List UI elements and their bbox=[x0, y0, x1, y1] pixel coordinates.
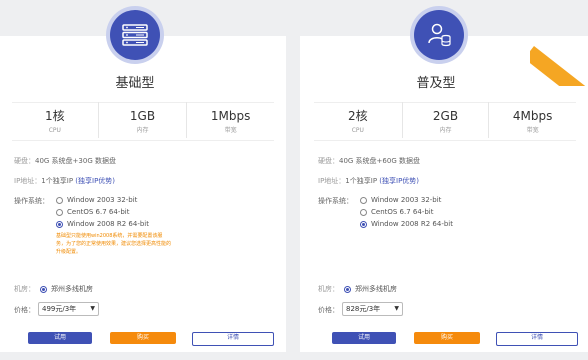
os-option-win2003[interactable]: Window 2003 32-bit bbox=[56, 196, 137, 204]
chevron-down-icon: ▼ bbox=[394, 305, 399, 312]
radio-selected-icon bbox=[40, 285, 47, 293]
spec-cpu: 2核 CPU bbox=[314, 102, 402, 138]
disk-value: 40G 系统盘+60G 数据盘 bbox=[339, 157, 420, 165]
os-option-win2003[interactable]: Window 2003 32-bit bbox=[360, 196, 441, 204]
room-info: 机房： bbox=[318, 284, 339, 294]
ip-info: IP地址：1个独享IP (独享IP优势) bbox=[14, 176, 115, 186]
spec-value: 1Mbps bbox=[210, 109, 251, 123]
radio-icon bbox=[360, 196, 367, 204]
os-option-centos[interactable]: CentOS 6.7 64-bit bbox=[56, 208, 129, 216]
ip-advantage-link[interactable]: (独享IP优势) bbox=[75, 177, 115, 185]
os-option-label: Window 2008 R2 64-bit bbox=[371, 220, 453, 228]
price-value: 828元/3年 bbox=[346, 305, 381, 313]
disk-info: 硬盘：40G 系统盘+60G 数据盘 bbox=[318, 156, 420, 166]
os-warning-note: 基础型只能使用win2008系统，并需要配置该服务，为了您的正常使用效果，建议您… bbox=[56, 233, 172, 255]
ip-label: IP地址： bbox=[318, 177, 346, 185]
plan-title: 基础型 bbox=[115, 76, 155, 91]
ip-label: IP地址： bbox=[14, 177, 42, 185]
spec-bandwidth: 1Mbps 带宽 bbox=[186, 102, 274, 138]
radio-icon bbox=[56, 208, 63, 216]
spec-value: 2GB bbox=[432, 109, 459, 123]
disk-info: 硬盘：40G 系统盘+30G 数据盘 bbox=[14, 156, 116, 166]
spec-label: 带宽 bbox=[526, 127, 539, 134]
room-label: 机房： bbox=[318, 285, 339, 293]
spec-cpu: 1核 CPU bbox=[12, 102, 98, 138]
room-value: 郑州多线机房 bbox=[51, 285, 93, 293]
os-label: 操作系统： bbox=[318, 197, 353, 205]
buy-button[interactable]: 购买 bbox=[414, 332, 480, 344]
room-option[interactable]: 郑州多线机房 bbox=[344, 284, 397, 294]
radio-icon bbox=[56, 196, 63, 204]
ip-info: IP地址：1个独享IP (独享IP优势) bbox=[318, 176, 419, 186]
spec-value: 2核 bbox=[348, 109, 368, 123]
spec-label: 带宽 bbox=[224, 127, 237, 134]
hot-badge-label: 热销 bbox=[561, 42, 583, 62]
os-label: 操作系统： bbox=[14, 197, 49, 205]
spec-bandwidth: 4Mbps 带宽 bbox=[488, 102, 576, 138]
server-icon bbox=[110, 10, 160, 60]
radio-icon bbox=[360, 208, 367, 216]
room-label: 机房： bbox=[14, 285, 35, 293]
buy-button[interactable]: 购买 bbox=[110, 332, 176, 344]
price-select[interactable]: 499元/3年 ▼ bbox=[38, 302, 99, 316]
spec-value: 1GB bbox=[129, 109, 156, 123]
disk-value: 40G 系统盘+30G 数据盘 bbox=[35, 157, 116, 165]
os-option-label: Window 2003 32-bit bbox=[371, 196, 442, 204]
spec-memory: 2GB 内存 bbox=[401, 102, 489, 138]
divider bbox=[314, 140, 576, 141]
hot-badge: 热销 bbox=[530, 36, 588, 86]
spec-value: 4Mbps bbox=[512, 109, 553, 123]
os-option-label: Window 2008 R2 64-bit bbox=[67, 220, 149, 228]
spec-label: 内存 bbox=[439, 127, 452, 134]
user-database-icon bbox=[414, 10, 464, 60]
spec-label: CPU bbox=[48, 127, 61, 134]
room-option[interactable]: 郑州多线机房 bbox=[40, 284, 93, 294]
radio-selected-icon bbox=[344, 285, 351, 293]
trial-button[interactable]: 试用 bbox=[332, 332, 396, 344]
disk-label: 硬盘： bbox=[14, 157, 35, 165]
radio-selected-icon bbox=[56, 220, 63, 228]
ip-value: 1个独享IP bbox=[41, 177, 74, 185]
price-select[interactable]: 828元/3年 ▼ bbox=[342, 302, 403, 316]
os-option-label: CentOS 6.7 64-bit bbox=[371, 208, 434, 216]
spec-value: 1核 bbox=[45, 109, 65, 123]
spec-label: CPU bbox=[351, 127, 364, 134]
price-label: 价格： bbox=[318, 306, 339, 314]
detail-button[interactable]: 详情 bbox=[192, 332, 274, 346]
spec-row: 1核 CPU 1GB 内存 1Mbps 带宽 bbox=[12, 102, 274, 138]
os-option-centos[interactable]: CentOS 6.7 64-bit bbox=[360, 208, 433, 216]
disk-label: 硬盘： bbox=[318, 157, 339, 165]
plan-title: 普及型 bbox=[416, 76, 456, 91]
spec-row: 2核 CPU 2GB 内存 4Mbps 带宽 bbox=[314, 102, 576, 138]
ip-advantage-link[interactable]: (独享IP优势) bbox=[379, 177, 419, 185]
ip-value: 1个独享IP bbox=[345, 177, 378, 185]
os-option-label: Window 2003 32-bit bbox=[67, 196, 138, 204]
price-value: 499元/3年 bbox=[42, 305, 77, 313]
os-option-label: CentOS 6.7 64-bit bbox=[67, 208, 130, 216]
divider bbox=[12, 140, 274, 141]
os-option-win2008[interactable]: Window 2008 R2 64-bit bbox=[56, 220, 149, 228]
price-label: 价格： bbox=[14, 306, 35, 314]
spec-memory: 1GB 内存 bbox=[97, 102, 187, 138]
spec-label: 内存 bbox=[136, 127, 149, 134]
room-info: 机房： bbox=[14, 284, 35, 294]
chevron-down-icon: ▼ bbox=[90, 305, 95, 312]
detail-button[interactable]: 详情 bbox=[496, 332, 578, 346]
radio-selected-icon bbox=[360, 220, 367, 228]
trial-button[interactable]: 试用 bbox=[28, 332, 92, 344]
os-option-win2008[interactable]: Window 2008 R2 64-bit bbox=[360, 220, 453, 228]
room-value: 郑州多线机房 bbox=[355, 285, 397, 293]
